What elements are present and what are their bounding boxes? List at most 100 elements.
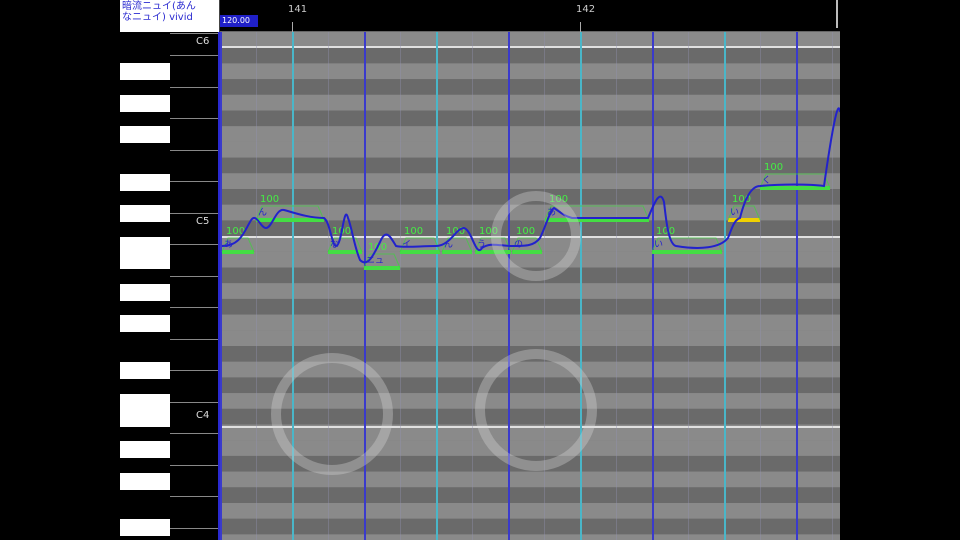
white-key[interactable] bbox=[120, 473, 170, 490]
piano-roll-editor: 暗流ニュイ(あん なニュイ) vivid 141 142 120.00 C6 C5… bbox=[120, 0, 840, 540]
pitch-lane bbox=[220, 283, 840, 299]
white-key[interactable] bbox=[120, 174, 170, 191]
pitch-lane bbox=[220, 471, 840, 488]
pitch-lane bbox=[220, 110, 840, 127]
velocity-label: 100 bbox=[516, 226, 535, 237]
key-divider bbox=[170, 87, 220, 88]
sub-beat-line bbox=[760, 32, 761, 540]
velocity-label: 100 bbox=[764, 162, 783, 173]
track-name: 暗流ニュイ(あん なニュイ) vivid bbox=[122, 1, 196, 23]
sub-beat-line bbox=[688, 32, 689, 540]
beat-line bbox=[436, 32, 438, 540]
lyric-label: い bbox=[730, 208, 739, 218]
sub-beat-line bbox=[472, 32, 473, 540]
key-divider bbox=[170, 150, 220, 151]
key-divider bbox=[170, 33, 220, 34]
pitch-lane bbox=[220, 141, 840, 158]
sub-beat-line bbox=[832, 32, 833, 540]
bar-tick bbox=[292, 22, 293, 32]
key-divider bbox=[170, 433, 220, 434]
white-key[interactable] bbox=[120, 394, 170, 411]
octave-label: C5 bbox=[196, 216, 210, 227]
white-key[interactable] bbox=[120, 362, 170, 379]
note-bar[interactable] bbox=[728, 218, 760, 222]
pitch-lane bbox=[220, 408, 840, 425]
pitch-lane bbox=[220, 251, 840, 268]
key-divider bbox=[170, 465, 220, 466]
note-bar[interactable] bbox=[364, 266, 400, 270]
pitch-lane bbox=[220, 32, 840, 48]
octave-label: C4 bbox=[196, 410, 210, 421]
beat-line bbox=[724, 32, 726, 540]
pitch-lane bbox=[220, 440, 840, 456]
tempo-display[interactable]: 120.00 bbox=[220, 15, 258, 27]
sub-beat-line bbox=[328, 32, 329, 540]
note-bar[interactable] bbox=[222, 250, 254, 254]
key-divider bbox=[170, 55, 220, 56]
white-key[interactable] bbox=[120, 315, 170, 332]
lyric-label: イ bbox=[402, 240, 411, 250]
note-grid-canvas[interactable]: 100あ100ん100な 100ニュ100イ100ん100う100の100あ100… bbox=[220, 32, 840, 540]
pitch-lane bbox=[220, 94, 840, 111]
key-divider bbox=[170, 496, 220, 497]
pitch-lane bbox=[220, 126, 840, 142]
pitch-lane bbox=[220, 79, 840, 95]
pitch-lane bbox=[220, 173, 840, 189]
beat-line bbox=[580, 32, 582, 540]
sub-beat-line bbox=[256, 32, 257, 540]
pitch-lane bbox=[220, 534, 840, 540]
note-bar[interactable] bbox=[442, 250, 472, 254]
bar-tick bbox=[580, 22, 581, 32]
pitch-lane bbox=[220, 47, 840, 64]
pitch-lane bbox=[220, 503, 840, 519]
white-key[interactable] bbox=[120, 410, 170, 427]
timeline-ruler[interactable]: 141 142 bbox=[220, 0, 840, 32]
note-bar[interactable] bbox=[652, 250, 722, 254]
white-key[interactable] bbox=[120, 284, 170, 301]
octave-line bbox=[220, 426, 840, 428]
white-key[interactable] bbox=[120, 95, 170, 112]
pitch-lane bbox=[220, 377, 840, 394]
pitch-lane bbox=[220, 330, 840, 346]
ruler-edge bbox=[836, 0, 838, 28]
white-key[interactable] bbox=[120, 63, 170, 80]
pitch-lane bbox=[220, 518, 840, 535]
key-divider bbox=[170, 370, 220, 371]
beat-line bbox=[796, 32, 798, 540]
sub-beat-line bbox=[400, 32, 401, 540]
octave-line bbox=[220, 46, 840, 48]
pitch-lane bbox=[220, 298, 840, 315]
white-key[interactable] bbox=[120, 205, 170, 222]
note-bar[interactable] bbox=[400, 250, 440, 254]
key-divider bbox=[170, 213, 220, 214]
pitch-lane bbox=[220, 157, 840, 174]
piano-keyboard[interactable]: C6 C5 C4 bbox=[120, 32, 220, 540]
note-bar[interactable] bbox=[256, 218, 324, 222]
beat-line bbox=[220, 32, 222, 540]
bar-number-141: 141 bbox=[288, 4, 308, 15]
white-key[interactable] bbox=[120, 252, 170, 269]
pitch-lane bbox=[220, 314, 840, 331]
white-key[interactable] bbox=[120, 519, 170, 536]
key-divider bbox=[170, 528, 220, 529]
pitch-lane bbox=[220, 63, 840, 80]
velocity-label: 100 bbox=[260, 194, 279, 205]
note-bar[interactable] bbox=[512, 250, 542, 254]
sub-beat-line bbox=[616, 32, 617, 540]
white-key[interactable] bbox=[120, 441, 170, 458]
key-divider bbox=[170, 244, 220, 245]
velocity-label: 100 bbox=[656, 226, 675, 237]
key-divider bbox=[170, 118, 220, 119]
track-header[interactable]: 暗流ニュイ(あん なニュイ) vivid bbox=[120, 0, 220, 32]
key-divider bbox=[170, 276, 220, 277]
note-grid[interactable]: 100 あ 100 ん 100 な 100 ニュ 100 イ 100 ん 100 う 100 の 100 あ 100… bbox=[220, 32, 840, 540]
lyric-label: ん bbox=[258, 207, 267, 218]
note-bar[interactable] bbox=[760, 186, 830, 190]
bar-number-142: 142 bbox=[576, 4, 596, 15]
key-divider bbox=[170, 181, 220, 182]
lyric-label: い bbox=[654, 240, 663, 250]
pitch-lane bbox=[220, 393, 840, 409]
octave-label: C6 bbox=[196, 36, 210, 47]
key-divider bbox=[170, 339, 220, 340]
white-key[interactable] bbox=[120, 126, 170, 143]
